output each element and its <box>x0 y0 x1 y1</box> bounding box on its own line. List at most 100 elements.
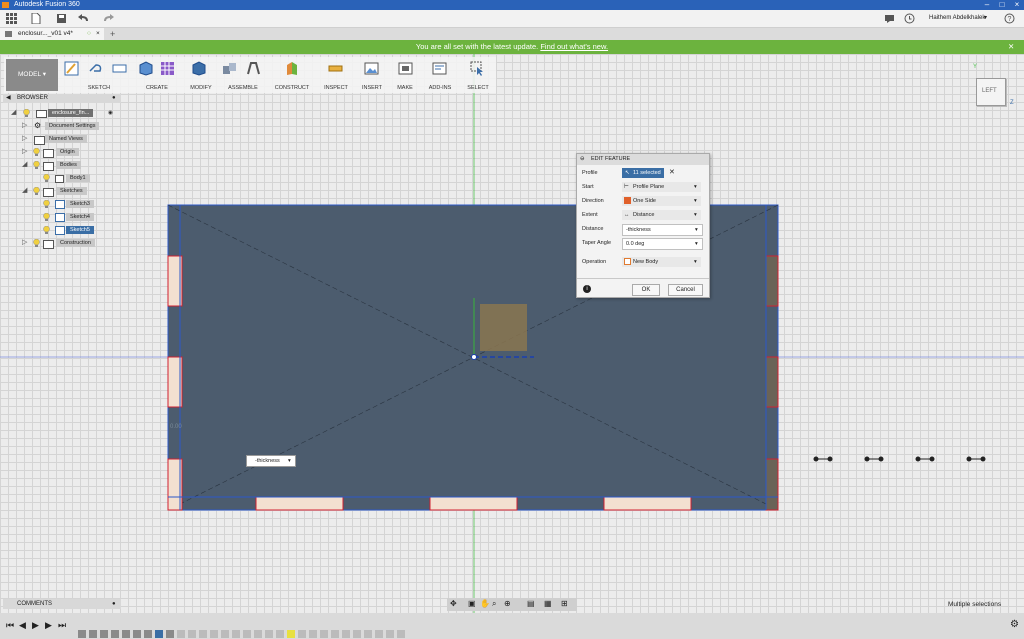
info-icon[interactable]: i <box>583 285 591 293</box>
step-back-icon[interactable]: ◀ <box>19 620 26 631</box>
step-forward-icon[interactable]: ▶ <box>45 620 52 631</box>
collapse-icon[interactable]: ◀ <box>6 94 11 103</box>
viewports-icon[interactable]: ⊞ <box>561 599 568 608</box>
browser-item-construction[interactable]: ▷ Construction <box>8 238 123 249</box>
chevron-down-icon[interactable]: ▾ <box>288 456 291 466</box>
toolbar-group-insert[interactable]: INSERT <box>356 59 388 91</box>
play-icon[interactable]: ▶ <box>32 620 39 631</box>
browser-item-sketch5[interactable]: Sketch5 <box>8 225 123 235</box>
cancel-button[interactable]: Cancel <box>668 284 703 296</box>
expand-triangle-icon[interactable]: ▷ <box>22 121 30 131</box>
measure-icon[interactable] <box>328 61 343 76</box>
pin-icon[interactable]: ● <box>112 94 116 103</box>
profile-selection[interactable]: ↖ 11 selected <box>622 168 664 178</box>
timeline-feature[interactable] <box>166 630 174 638</box>
chevron-down-icon[interactable]: ▾ <box>695 225 698 235</box>
clear-selection-icon[interactable]: ✕ <box>669 168 675 178</box>
taper-angle-field[interactable]: 0.0 deg ▾ <box>622 238 703 250</box>
toolbar-group-add-ins[interactable]: ADD-INS <box>422 59 458 91</box>
browser-header[interactable]: ◀ BROWSER ● <box>3 94 121 103</box>
timeline-feature[interactable] <box>375 630 383 638</box>
timeline-feature[interactable] <box>298 630 306 638</box>
browser-item-document-settings[interactable]: ▷ ⚙ Document Settings <box>8 121 123 131</box>
timeline-feature[interactable] <box>210 630 218 638</box>
browser-item-named-views[interactable]: ▷ Named Views <box>8 134 123 145</box>
toolbar-group-make[interactable]: MAKE <box>390 59 420 91</box>
insert-image-icon[interactable] <box>364 61 379 76</box>
timeline-feature[interactable] <box>78 630 86 638</box>
component-icon[interactable] <box>222 61 237 76</box>
look-at-icon[interactable]: ▣ <box>468 599 476 608</box>
visibility-bulb-icon[interactable] <box>23 108 30 117</box>
visibility-bulb-icon[interactable] <box>43 225 50 234</box>
distance-field[interactable]: -thickness ▾ <box>622 224 703 236</box>
timeline-feature[interactable] <box>111 630 119 638</box>
expand-triangle-icon[interactable]: ▷ <box>22 134 30 144</box>
visibility-bulb-icon[interactable] <box>33 238 40 247</box>
toolbar-group-select[interactable]: SELECT <box>462 59 494 91</box>
display-settings-icon[interactable]: ▤ <box>527 599 535 608</box>
expand-triangle-icon[interactable]: ◢ <box>22 186 30 196</box>
press-pull-icon[interactable] <box>191 61 206 76</box>
grid-settings-icon[interactable]: ▦ <box>544 599 552 608</box>
gear-icon[interactable]: ⚙ <box>1010 619 1019 630</box>
plane-icon[interactable] <box>284 61 299 76</box>
timeline-feature[interactable] <box>188 630 196 638</box>
activate-radio-icon[interactable]: ◉ <box>108 108 113 118</box>
visibility-bulb-icon[interactable] <box>33 160 40 169</box>
expand-triangle-icon[interactable]: ▷ <box>22 238 30 248</box>
sketch-icon[interactable] <box>64 61 79 76</box>
visibility-bulb-icon[interactable] <box>33 147 40 156</box>
scripts-icon[interactable] <box>432 61 447 76</box>
timeline-feature[interactable] <box>144 630 152 638</box>
toolbar-group-create[interactable]: CREATE <box>136 59 178 91</box>
toolbar-group-modify[interactable]: MODIFY <box>184 59 218 91</box>
extent-select[interactable]: ↔ Distance ▾ <box>622 210 701 220</box>
visibility-bulb-icon[interactable] <box>33 186 40 195</box>
rectangle-icon[interactable] <box>112 61 127 76</box>
timeline-feature[interactable] <box>100 630 108 638</box>
browser-item-origin[interactable]: ▷ Origin <box>8 147 123 158</box>
joint-icon[interactable] <box>246 61 261 76</box>
ok-button[interactable]: OK <box>632 284 660 296</box>
distance-input-box[interactable]: -thickness ▾ <box>246 455 296 467</box>
timeline-feature[interactable] <box>89 630 97 638</box>
timeline-feature[interactable] <box>353 630 361 638</box>
timeline-feature[interactable] <box>199 630 207 638</box>
visibility-bulb-icon[interactable] <box>43 173 50 182</box>
timeline-marker[interactable] <box>287 630 295 638</box>
timeline-feature-active[interactable] <box>155 630 163 638</box>
expand-triangle-icon[interactable]: ▷ <box>22 147 30 157</box>
pan-icon[interactable]: ✋ <box>480 599 490 608</box>
operation-select[interactable]: New Body ▾ <box>622 257 701 267</box>
timeline-feature[interactable] <box>133 630 141 638</box>
browser-item-root[interactable]: ◢ enclosure_fin... ◉ <box>8 108 123 118</box>
timeline-feature[interactable] <box>221 630 229 638</box>
visibility-bulb-icon[interactable] <box>43 199 50 208</box>
timeline-feature[interactable] <box>254 630 262 638</box>
view-cube[interactable]: LEFT <box>976 78 1006 106</box>
dialog-header[interactable]: ⊖ EDIT FEATURE <box>577 154 709 165</box>
box-icon[interactable] <box>138 61 153 76</box>
zoom-window-icon[interactable]: ⊕ <box>504 599 511 608</box>
browser-item-sketch3[interactable]: Sketch3 <box>8 199 123 209</box>
timeline-feature[interactable] <box>265 630 273 638</box>
toolbar-group-inspect[interactable]: INSPECT <box>318 59 354 91</box>
expand-triangle-icon[interactable]: ◢ <box>22 160 30 170</box>
start-select[interactable]: ⊢ Profile Plane ▾ <box>622 182 701 192</box>
3d-print-icon[interactable] <box>398 61 413 76</box>
timeline-feature[interactable] <box>243 630 251 638</box>
collapse-icon[interactable]: ⊖ <box>580 154 585 165</box>
timeline-feature[interactable] <box>309 630 317 638</box>
visibility-bulb-icon[interactable] <box>43 212 50 221</box>
skip-end-icon[interactable]: ⏭ <box>58 620 66 631</box>
timeline-feature[interactable] <box>386 630 394 638</box>
browser-item-sketch4[interactable]: Sketch4 <box>8 212 123 222</box>
toolbar-group-assemble[interactable]: ASSEMBLE <box>220 59 266 91</box>
skip-start-icon[interactable]: ⏮ <box>6 620 14 631</box>
toolbar-group-sketch[interactable]: SKETCH <box>62 59 136 91</box>
timeline-feature[interactable] <box>342 630 350 638</box>
expand-triangle-icon[interactable]: ◢ <box>11 108 19 118</box>
chevron-down-icon[interactable]: ▾ <box>695 239 698 249</box>
browser-item-sketches[interactable]: ◢ Sketches <box>8 186 123 197</box>
